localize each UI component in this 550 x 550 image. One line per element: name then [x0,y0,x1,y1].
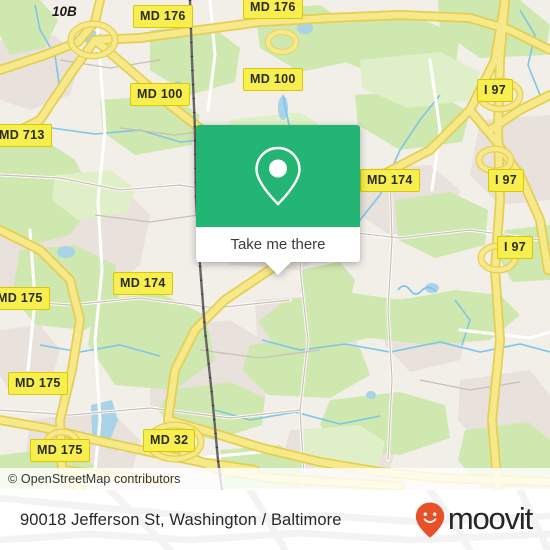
map-canvas[interactable]: © OpenStreetMap contributors MD 176 MD 1… [0,0,550,490]
destination-popup-card[interactable]: Take me there [196,125,360,275]
popup-icon-area [196,125,360,227]
road-shield-i97-c[interactable]: I 97 [497,236,534,259]
moovit-wordmark: moovit [447,501,533,536]
road-shield-md100-b[interactable]: MD 100 [130,83,190,106]
road-shield-i97-a[interactable]: I 97 [477,79,514,102]
junction-label-10b: 10B [52,4,77,19]
road-shield-md175-c[interactable]: MD 175 [30,439,90,462]
map-pin-icon [255,146,301,206]
address-label: 90018 Jefferson St, Washington / Baltimo… [20,510,342,529]
take-me-there-button[interactable]: Take me there [196,227,360,275]
moovit-pin-smiley-icon [415,502,445,538]
take-me-there-label: Take me there [230,236,326,253]
road-shield-md174-a[interactable]: MD 174 [360,169,420,192]
popup-pointer-tail [265,262,291,275]
road-shield-md176-a[interactable]: MD 176 [133,5,193,28]
road-shield-i97-b[interactable]: I 97 [488,169,525,192]
road-shield-md174-b[interactable]: MD 174 [113,272,173,295]
road-shield-md175-a[interactable]: MD 175 [0,287,50,310]
bottom-info-bar: 90018 Jefferson St, Washington / Baltimo… [0,490,550,550]
road-shield-md176-b[interactable]: MD 176 [243,0,303,19]
moovit-map-screenshot: © OpenStreetMap contributors MD 176 MD 1… [0,0,550,550]
road-shield-md32[interactable]: MD 32 [143,429,196,452]
road-shield-md100-a[interactable]: MD 100 [243,68,303,91]
road-shield-md175-b[interactable]: MD 175 [8,372,68,395]
moovit-logo[interactable]: moovit [414,501,533,539]
map-attribution: © OpenStreetMap contributors [0,468,550,490]
road-shield-md713[interactable]: MD 713 [0,124,52,147]
